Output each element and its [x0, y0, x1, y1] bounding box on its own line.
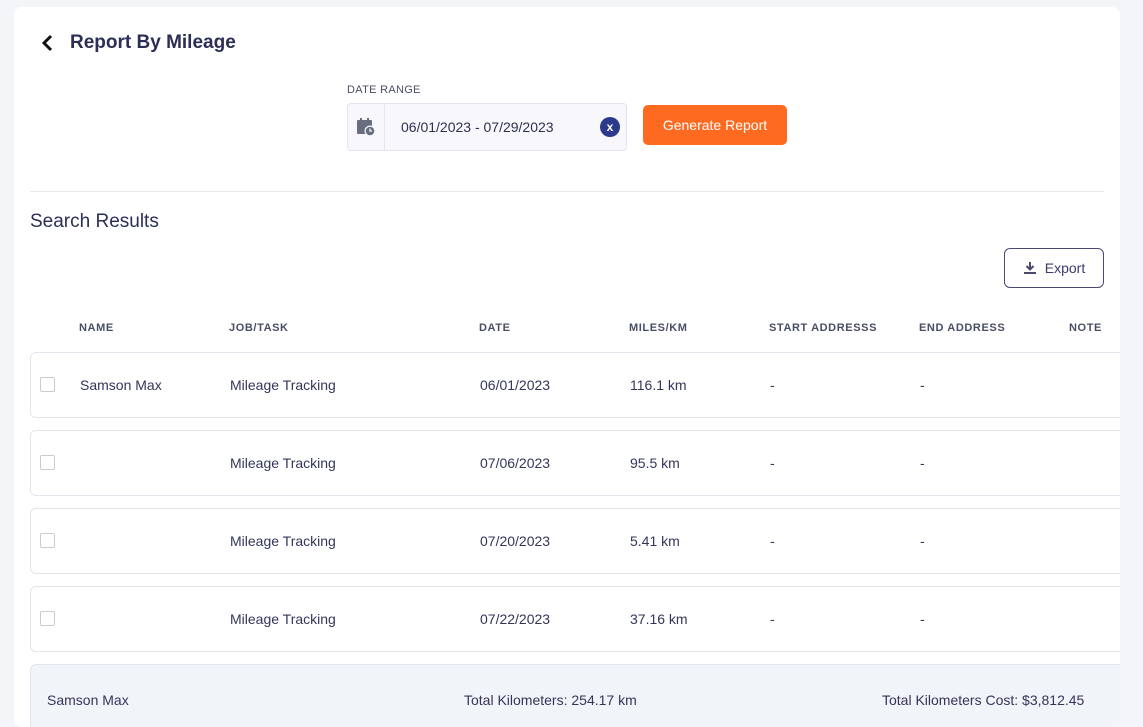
- generate-report-button[interactable]: Generate Report: [643, 105, 787, 145]
- calendar-clock-icon: [348, 104, 385, 150]
- date-range-value: 06/01/2023 - 07/29/2023: [401, 119, 554, 135]
- table-row: Mileage Tracking 07/06/2023 95.5 km - -: [30, 430, 1120, 496]
- column-header[interactable]: NOTE: [1069, 322, 1102, 334]
- export-button[interactable]: Export: [1004, 248, 1104, 288]
- report-card: Report By Mileage DATE RANGE 06/01/2023 …: [14, 7, 1120, 727]
- row-checkbox[interactable]: [40, 377, 55, 392]
- column-header[interactable]: MILES/KM: [629, 322, 688, 334]
- table-header: NAME JOB/TASK DATE MILES/KM START ADDRES…: [30, 322, 1120, 336]
- cell-miles: 95.5 km: [630, 455, 680, 471]
- cell-end: -: [920, 377, 925, 393]
- cell-job: Mileage Tracking: [230, 611, 336, 627]
- row-checkbox[interactable]: [40, 533, 55, 548]
- cell-miles: 37.16 km: [630, 611, 688, 627]
- chevron-left-icon: [41, 34, 53, 52]
- back-button[interactable]: [38, 32, 58, 54]
- download-icon: [1023, 262, 1036, 274]
- date-range-input[interactable]: 06/01/2023 - 07/29/2023 x: [347, 103, 627, 151]
- table-row: Samson Max Mileage Tracking 06/01/2023 116.…: [30, 352, 1120, 418]
- divider: [30, 191, 1104, 192]
- column-header[interactable]: DATE: [479, 322, 511, 334]
- cell-date: 07/20/2023: [480, 533, 551, 549]
- cell-miles: 116.1 km: [630, 377, 687, 393]
- column-header[interactable]: NAME: [79, 322, 114, 334]
- cell-date: 07/06/2023: [480, 455, 551, 471]
- date-range-label: DATE RANGE: [347, 84, 421, 96]
- page-title: Report By Mileage: [70, 32, 236, 53]
- cell-start: -: [770, 611, 775, 627]
- cell-end: -: [920, 455, 925, 471]
- cell-start: -: [770, 455, 775, 471]
- cell-end: -: [920, 533, 925, 549]
- summary-name: Samson Max: [47, 692, 129, 708]
- summary-total-cost: Total Kilometers Cost: $3,812.45: [882, 692, 1085, 708]
- cell-date: 07/22/2023: [480, 611, 551, 627]
- row-checkbox[interactable]: [40, 611, 55, 626]
- search-results-title: Search Results: [30, 211, 159, 232]
- cell-name: Samson Max: [80, 377, 162, 393]
- column-header[interactable]: JOB/TASK: [229, 322, 289, 334]
- summary-bar: Samson Max Total Kilometers: 254.17 km T…: [30, 664, 1120, 727]
- cell-start: -: [770, 377, 775, 393]
- export-label: Export: [1044, 260, 1086, 276]
- cell-job: Mileage Tracking: [230, 377, 336, 393]
- column-header[interactable]: START ADDRESSS: [769, 322, 877, 334]
- cell-miles: 5.41 km: [630, 533, 680, 549]
- table-row: Mileage Tracking 07/20/2023 5.41 km - -: [30, 508, 1120, 574]
- clear-date-button[interactable]: x: [600, 117, 620, 137]
- cell-end: -: [920, 611, 925, 627]
- cell-start: -: [770, 533, 775, 549]
- summary-total-km: Total Kilometers: 254.17 km: [464, 692, 637, 708]
- row-checkbox[interactable]: [40, 455, 55, 470]
- table-row: Mileage Tracking 07/22/2023 37.16 km - -: [30, 586, 1120, 652]
- cell-date: 06/01/2023: [480, 377, 551, 393]
- cell-job: Mileage Tracking: [230, 533, 336, 549]
- cell-job: Mileage Tracking: [230, 455, 336, 471]
- column-header[interactable]: END ADDRESS: [919, 322, 1005, 334]
